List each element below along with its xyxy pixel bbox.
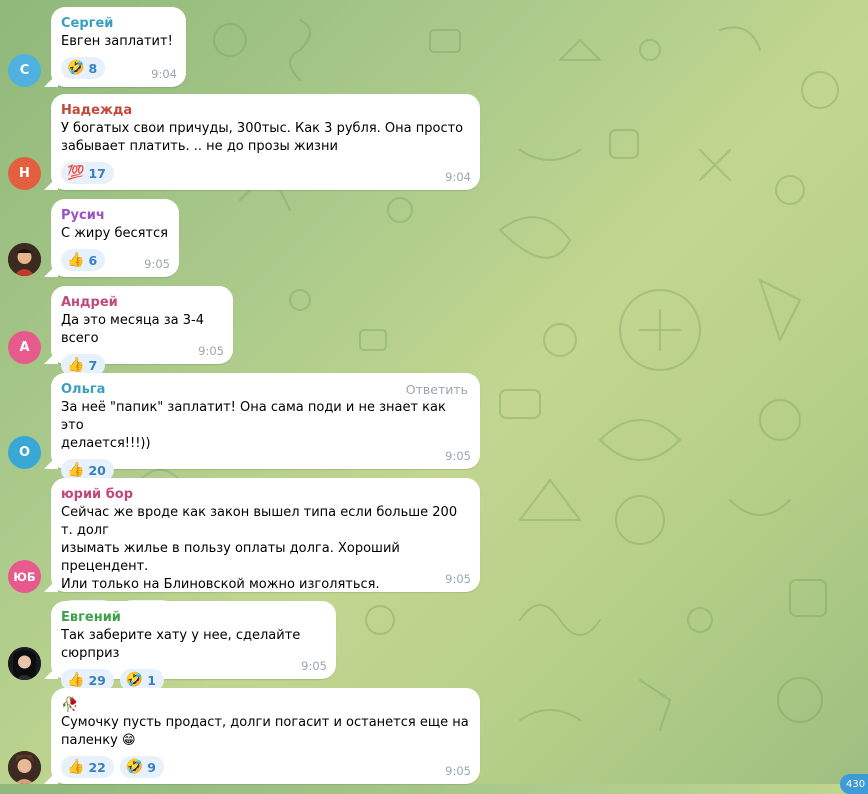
message-time: 9:05: [445, 449, 471, 463]
reply-button[interactable]: Ответить: [406, 382, 468, 397]
sender-name[interactable]: 🥀: [61, 696, 470, 714]
message-text: Так заберите хату у нее, сделайте сюрпри…: [61, 628, 301, 661]
reaction-chip[interactable]: 👍 22: [61, 756, 114, 778]
hundred-emoji-icon: 💯: [67, 165, 85, 181]
chat-feed: Сергей Евген заплатит! 🤣 8 9:04 С Надежд…: [0, 0, 868, 794]
sender-name[interactable]: юрий бор: [61, 486, 470, 504]
reactions: 👍 22 🤣 9: [61, 756, 470, 778]
sender-name[interactable]: Сергей: [61, 15, 176, 33]
message-text: делается!!!)): [61, 436, 151, 451]
message-text: паленку 😁: [61, 733, 136, 748]
message-bubble[interactable]: Надежда У богатых свои причуды, 300тыс. …: [51, 94, 480, 190]
user-photo-icon: [8, 243, 41, 276]
reaction-chip[interactable]: 💯 17: [61, 162, 114, 184]
reaction-count: 6: [88, 252, 98, 268]
message-time: 9:04: [151, 67, 177, 81]
reaction-chip[interactable]: 👍 6: [61, 249, 106, 271]
message-text: забывает платить. .. не до прозы жизни: [61, 139, 338, 154]
message-time: 9:04: [445, 170, 471, 184]
message-text: Или только на Блиновской можно изголятьс…: [61, 577, 380, 592]
message-text: Да это месяца за 3-4 всего: [61, 313, 205, 346]
reaction-chip[interactable]: 🤣 9: [119, 756, 164, 778]
avatar[interactable]: С: [8, 54, 41, 87]
message-time: 9:05: [445, 572, 471, 586]
reaction-count: 7: [88, 357, 98, 373]
avatar[interactable]: Н: [8, 157, 41, 190]
message-bubble[interactable]: юрий бор Сейчас же вроде как закон вышел…: [51, 478, 480, 622]
thumbs-up-emoji-icon: 👍: [67, 357, 85, 373]
reaction-chip[interactable]: 🤣 8: [61, 57, 106, 79]
thumbs-up-emoji-icon: 👍: [67, 672, 85, 688]
message-bubble[interactable]: Ольга Ответить За неё "папик" заплатит! …: [51, 373, 480, 481]
message-text: изымать жилье в пользу оплаты долга. Хор…: [61, 541, 400, 574]
message-bubble[interactable]: Русич С жиру бесятся 👍 6 9:05: [51, 199, 179, 277]
avatar[interactable]: ЮБ: [8, 560, 41, 593]
reaction-count: 29: [88, 672, 106, 688]
user-photo-icon: [8, 751, 41, 784]
thumbs-up-emoji-icon: 👍: [67, 252, 85, 268]
avatar[interactable]: [8, 751, 41, 784]
reaction-count: 8: [88, 60, 98, 76]
message-bubble[interactable]: Андрей Да это месяца за 3-4 всего 👍 7 9:…: [51, 286, 233, 376]
reaction-count: 22: [88, 759, 106, 775]
message-text: Сейчас же вроде как закон вышел типа есл…: [61, 505, 458, 538]
message-text: С жиру бесятся: [61, 226, 168, 241]
message-time: 9:05: [445, 764, 471, 778]
message-bubble[interactable]: Сергей Евген заплатит! 🤣 8 9:04: [51, 7, 186, 87]
avatar[interactable]: А: [8, 331, 41, 364]
reaction-count: 17: [88, 165, 106, 181]
sender-name[interactable]: Андрей: [61, 294, 223, 312]
message-time: 9:05: [144, 257, 170, 271]
sender-name[interactable]: Надежда: [61, 102, 470, 120]
unread-count-badge[interactable]: 430: [840, 774, 868, 794]
message-time: 9:05: [301, 659, 327, 673]
avatar[interactable]: [8, 243, 41, 276]
message-time: 9:05: [198, 344, 224, 358]
sender-name[interactable]: Русич: [61, 207, 169, 225]
thumbs-up-emoji-icon: 👍: [67, 759, 85, 775]
reaction-count: 1: [147, 672, 156, 688]
rofl-emoji-icon: 🤣: [125, 759, 144, 775]
avatar[interactable]: [8, 647, 41, 680]
reactions: 💯 17: [61, 162, 470, 184]
message-text: Сумочку пусть продаст, долги погасит и о…: [61, 715, 469, 730]
message-bubble[interactable]: 🥀 Сумочку пусть продаст, долги погасит и…: [51, 688, 480, 784]
message-text: У богатых свои причуды, 300тыс. Как 3 ру…: [61, 121, 464, 136]
sender-name[interactable]: Евгений: [61, 609, 326, 627]
avatar[interactable]: О: [8, 436, 41, 469]
reaction-count: 9: [147, 759, 156, 775]
reaction-count: 20: [88, 462, 106, 478]
user-photo-icon: [8, 647, 41, 680]
message-bubble[interactable]: Евгений Так заберите хату у нее, сделайт…: [51, 601, 336, 691]
thumbs-up-emoji-icon: 👍: [67, 462, 85, 478]
message-text: За неё "папик" заплатит! Она сама поди и…: [61, 400, 446, 433]
rofl-emoji-icon: 🤣: [125, 672, 144, 688]
rofl-emoji-icon: 🤣: [67, 60, 85, 76]
message-text: Евген заплатит!: [61, 34, 173, 49]
